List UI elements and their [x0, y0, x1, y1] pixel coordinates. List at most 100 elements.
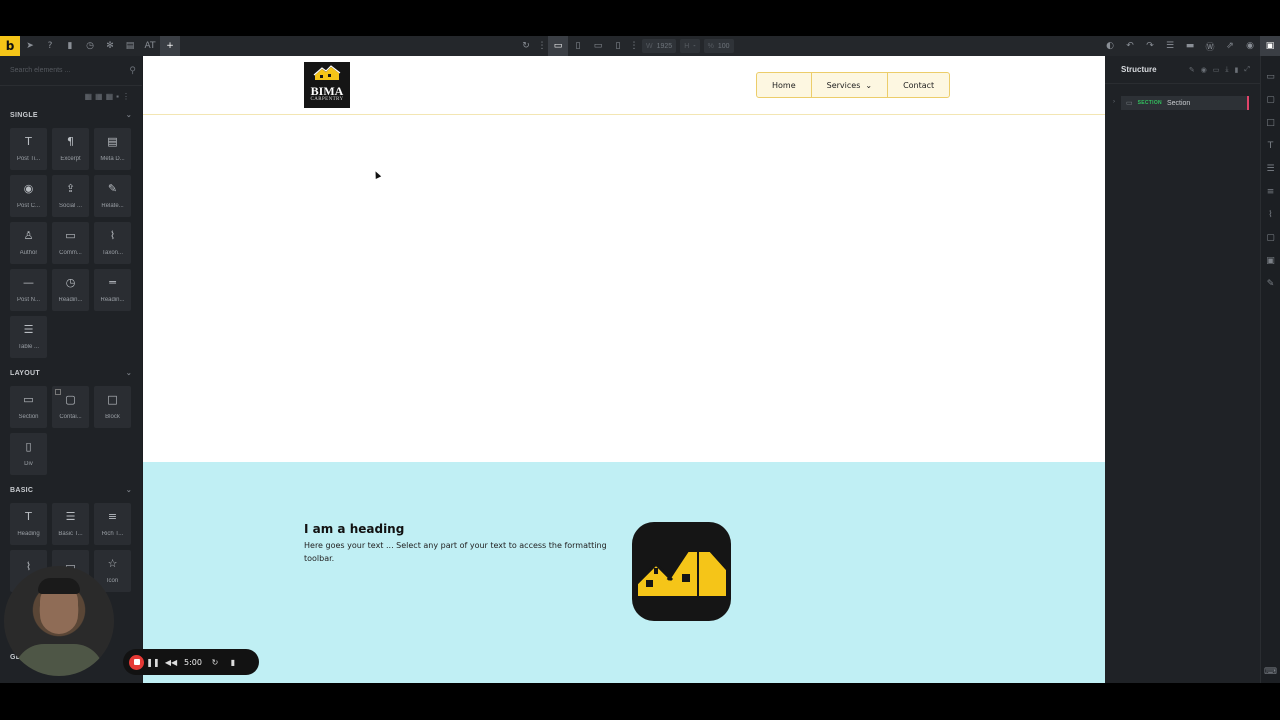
section-text[interactable]: Here goes your text ... Select any part …: [304, 539, 624, 565]
preview-icon[interactable]: ◉: [1240, 36, 1260, 56]
typography-icon[interactable]: T: [1268, 141, 1274, 151]
category-single[interactable]: SINGLE ⌄: [0, 106, 142, 124]
search-input[interactable]: Search elements ...: [10, 67, 70, 74]
element-meta-data[interactable]: ▤ Meta D...: [94, 128, 131, 170]
section-heading[interactable]: I am a heading: [304, 522, 404, 536]
eye-icon[interactable]: ◉: [1201, 66, 1207, 74]
keyboard-icon[interactable]: ⌨: [1264, 667, 1277, 677]
external-link-icon[interactable]: ⇗: [1220, 36, 1240, 56]
refresh-icon[interactable]: ↻: [516, 36, 536, 56]
element-heading[interactable]: T Heading: [10, 503, 47, 545]
builder-logo[interactable]: b: [0, 36, 20, 56]
single-elements-grid: T Post Ti... ¶ Excerpt ▤ Meta D... ◉ Post C.…: [0, 124, 142, 364]
image-icon[interactable]: ▣: [1266, 256, 1275, 266]
element-post-title[interactable]: T Post Ti...: [10, 128, 47, 170]
site-logo[interactable]: BIMA CARPENTRY: [304, 62, 350, 108]
history-icon[interactable]: ◷: [80, 36, 100, 56]
element-social-sharing[interactable]: ⇪ Social ...: [52, 175, 89, 217]
border-icon[interactable]: ▢: [1266, 233, 1275, 243]
delete-icon[interactable]: ▮: [1235, 66, 1239, 74]
cursor-icon[interactable]: ➤: [20, 36, 40, 56]
search-elements[interactable]: Search elements ... ⚲: [0, 56, 142, 86]
nestable-icon: [55, 389, 61, 395]
height-field[interactable]: H-: [680, 39, 700, 53]
zoom-field[interactable]: % 100: [703, 39, 734, 53]
top-toolbar: b ➤ ? ▮ ◷ ✻ ▤ AT + ↻ ⋮ ▭ ▯ ▭ ▯ ⋮ W 1925 H…: [0, 36, 1280, 56]
page-icon[interactable]: ▤: [120, 36, 140, 56]
trash-icon[interactable]: ▮: [60, 36, 80, 56]
element-div[interactable]: ▯ Div: [10, 433, 47, 475]
pause-icon[interactable]: ❚❚: [144, 652, 162, 672]
expand-icon[interactable]: ⤢: [1244, 66, 1250, 74]
element-table-of-contents[interactable]: ☰ Table ...: [10, 316, 47, 358]
element-comments[interactable]: ▭ Comm...: [52, 222, 89, 264]
list-view-icon[interactable]: ▦: [95, 92, 103, 101]
desktop-breakpoint-icon[interactable]: ▭: [548, 36, 568, 56]
element-post-content[interactable]: ◉ Post C...: [10, 175, 47, 217]
mouse-cursor: [372, 170, 382, 179]
pen-icon[interactable]: ✎: [1267, 279, 1275, 289]
width-field[interactable]: W 1925: [642, 39, 677, 53]
site-header[interactable]: BIMA CARPENTRY Home Services ⌄ Contact: [143, 56, 1105, 115]
undo-icon[interactable]: ↶: [1120, 36, 1140, 56]
grid-view-icon[interactable]: ▦: [84, 92, 92, 101]
recording-timer: 5:00: [184, 657, 202, 667]
paragraph-icon[interactable]: ≡: [1267, 187, 1275, 197]
delete-recording-icon[interactable]: ▮: [224, 652, 242, 672]
text-align-icon[interactable]: ☰: [1266, 164, 1274, 174]
category-basic[interactable]: BASIC ⌄: [0, 481, 142, 499]
chevron-right-icon[interactable]: ›: [1113, 99, 1115, 105]
nav-home[interactable]: Home: [757, 73, 812, 97]
more-breakpoints-icon[interactable]: ⋮: [628, 36, 640, 56]
add-element-button[interactable]: +: [160, 36, 180, 56]
element-related-posts[interactable]: ✎ Relate...: [94, 175, 131, 217]
options-icon[interactable]: ⋮: [122, 92, 130, 101]
element-taxonomy[interactable]: ⌇ Taxon...: [94, 222, 131, 264]
element-block[interactable]: □ Block: [94, 386, 131, 428]
page-canvas[interactable]: BIMA CARPENTRY Home Services ⌄ Contact I …: [143, 56, 1105, 683]
folder-icon[interactable]: ▬: [1180, 36, 1200, 56]
element-section[interactable]: ▭ Section: [10, 386, 47, 428]
house-image[interactable]: [632, 522, 731, 621]
compact-view-icon[interactable]: ▦: [106, 92, 114, 101]
tablet-portrait-icon[interactable]: ▭: [588, 36, 608, 56]
element-basic-text[interactable]: ☰ Basic T...: [52, 503, 89, 545]
element-post-navigation[interactable]: — Post N...: [10, 269, 47, 311]
content-section[interactable]: I am a heading Here goes your text ... S…: [143, 462, 1105, 683]
element-author[interactable]: ♙ Author: [10, 222, 47, 264]
wordpress-icon[interactable]: Ⓦ: [1200, 36, 1220, 56]
nav-contact[interactable]: Contact: [888, 73, 949, 97]
element-reading-progress[interactable]: ═ Readin...: [94, 269, 131, 311]
at-button[interactable]: AT: [140, 36, 160, 56]
layout-icon[interactable]: ▢: [1266, 95, 1275, 105]
chevron-down-icon: ⌄: [125, 370, 132, 377]
mobile-icon[interactable]: ▯: [608, 36, 628, 56]
box-icon[interactable]: □: [1266, 118, 1275, 128]
element-rich-text[interactable]: ≡ Rich T...: [94, 503, 131, 545]
restart-icon[interactable]: ↻: [206, 652, 224, 672]
help-icon[interactable]: ?: [40, 36, 60, 56]
download-icon[interactable]: ⤓: [1225, 66, 1228, 74]
structure-item-section[interactable]: ▭ SECTION Section: [1121, 96, 1249, 110]
category-layout[interactable]: LAYOUT ⌄: [0, 364, 142, 382]
link-icon[interactable]: ⌇: [1268, 210, 1272, 220]
element-reading-time[interactable]: ◷ Readin...: [52, 269, 89, 311]
structure-panel: Structure ✎ ◉ ▭ ⤓ ▮ ⤢ › ▭ SECTION Sectio…: [1105, 56, 1260, 683]
stop-recording-button[interactable]: [129, 654, 144, 670]
element-excerpt[interactable]: ¶ Excerpt: [52, 128, 89, 170]
save-icon[interactable]: ▣: [1260, 36, 1280, 56]
nav-services[interactable]: Services ⌄: [812, 73, 889, 97]
header-template-icon[interactable]: ▭: [1266, 72, 1275, 82]
list-icon[interactable]: ☰: [1160, 36, 1180, 56]
settings-icon[interactable]: ✻: [100, 36, 120, 56]
pin-icon[interactable]: ✎: [1189, 66, 1195, 74]
element-container[interactable]: ▢ Contai...: [52, 386, 89, 428]
copy-icon[interactable]: ▭: [1213, 66, 1220, 74]
redo-icon[interactable]: ↷: [1140, 36, 1160, 56]
theme-icon[interactable]: ◐: [1100, 36, 1120, 56]
more-icon[interactable]: ⋮: [536, 36, 548, 56]
tablet-landscape-icon[interactable]: ▯: [568, 36, 588, 56]
house-logo-icon: [313, 65, 341, 80]
rewind-icon[interactable]: ◀◀: [162, 652, 180, 672]
large-view-icon[interactable]: ▪: [116, 92, 119, 101]
